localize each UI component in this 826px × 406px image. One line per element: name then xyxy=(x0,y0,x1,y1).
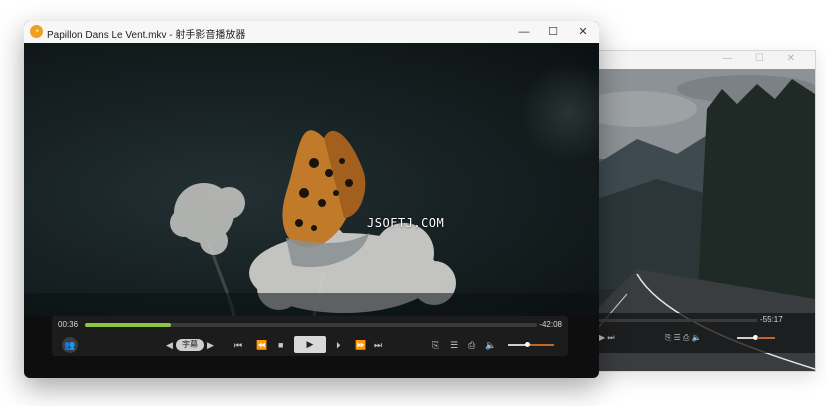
background-window-buttons[interactable]: — ☐ ✕ xyxy=(722,53,805,64)
maximize-button[interactable]: ☐ xyxy=(545,24,561,40)
window-title: Papillon Dans Le Vent.mkv - 射手影音播放器 xyxy=(47,30,246,41)
background-controls[interactable]: -55:17 ▶ ⏭ ⎘ ☰ ⎙ 🔈 xyxy=(597,313,815,353)
step-forward-icon[interactable]: ⏵ xyxy=(336,339,341,351)
background-seekbar[interactable] xyxy=(597,319,757,322)
seek-bar[interactable] xyxy=(85,323,537,327)
background-tool-icons[interactable]: ⎘ ☰ ⎙ 🔈 xyxy=(665,333,702,343)
close-button[interactable]: ✕ xyxy=(575,24,591,40)
time-elapsed: 00:36 xyxy=(58,320,79,329)
fast-forward-icon[interactable]: ⏩ xyxy=(355,339,366,351)
background-player-window[interactable]: — ☐ ✕ -55:17 ▶ ⏭ ⎘ ☰ ⎙ 🔈 xyxy=(596,50,816,372)
butterfly-video-frame xyxy=(24,63,599,316)
volume-slider[interactable] xyxy=(508,342,554,347)
skip-back-icon[interactable]: ⏮ xyxy=(234,339,242,351)
video-area[interactable]: JSOFTJ.COM xyxy=(24,43,599,316)
main-player-window[interactable]: ◔ Papillon Dans Le Vent.mkv - 射手影音播放器 — … xyxy=(24,21,599,378)
seek-progress xyxy=(85,323,171,327)
watermark-overlay: JSOFTJ.COM xyxy=(367,216,445,230)
volume-remaining xyxy=(530,344,554,346)
volume-icon[interactable]: 🔈 xyxy=(485,339,496,351)
background-volume[interactable] xyxy=(737,335,775,340)
subtitle-button[interactable]: 字幕 xyxy=(176,339,204,351)
play-button[interactable]: ▶ xyxy=(294,336,326,353)
background-time-remaining: -55:17 xyxy=(760,315,783,324)
background-transport-icons[interactable]: ▶ ⏭ xyxy=(599,333,615,343)
copy-icon[interactable]: ⎘ xyxy=(432,339,439,351)
paste-icon[interactable]: ⎙ xyxy=(468,339,475,351)
control-bar[interactable]: 00:36 -42:08 👥 ◀ 字幕 ▶ ⏮ ⏪ ■ ▶ ⏵ ⏩ ⏭ ⎘ ☰ … xyxy=(52,316,568,356)
background-titlebar[interactable]: — ☐ ✕ xyxy=(597,51,815,69)
playlist-icon[interactable]: ☰ xyxy=(450,339,458,351)
next-subtitle-icon[interactable]: ▶ xyxy=(207,339,214,351)
minimize-button[interactable]: — xyxy=(516,24,532,40)
prev-subtitle-icon[interactable]: ◀ xyxy=(166,339,173,351)
user-icon[interactable]: 👥 xyxy=(62,337,78,353)
stop-icon[interactable]: ■ xyxy=(278,339,283,351)
rewind-icon[interactable]: ⏪ xyxy=(256,339,267,351)
titlebar[interactable]: ◔ Papillon Dans Le Vent.mkv - 射手影音播放器 — … xyxy=(24,21,599,44)
time-remaining: -42:08 xyxy=(539,320,562,329)
skip-forward-icon[interactable]: ⏭ xyxy=(374,339,382,351)
app-logo-icon: ◔ xyxy=(30,25,43,38)
play-icon: ▶ xyxy=(306,339,314,349)
